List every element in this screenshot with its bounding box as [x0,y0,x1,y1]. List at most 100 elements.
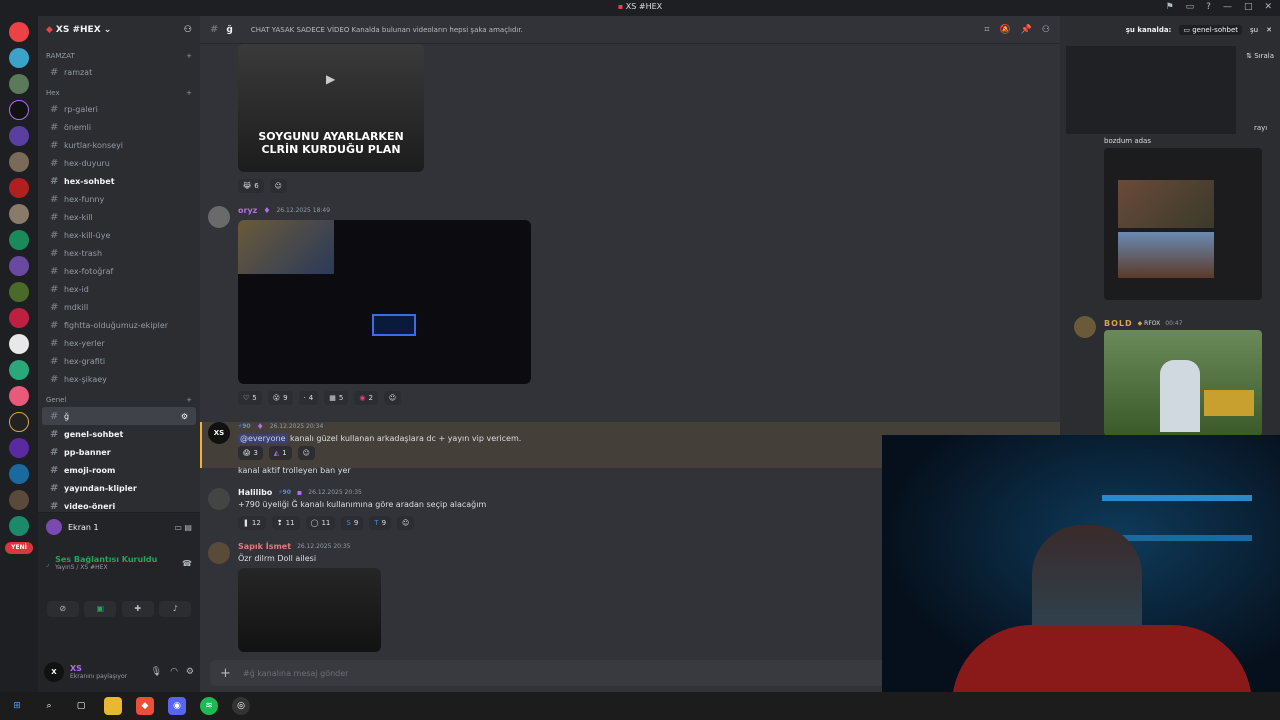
channel-onemli[interactable]: # önemli [42,118,196,136]
search-icon[interactable]: ⌕ [40,697,58,715]
threads-icon[interactable]: ⌗ [984,25,989,35]
channel-hex-funny[interactable]: # hex-funny [42,190,196,208]
screen-icon[interactable]: ▭ ▤ [174,523,192,532]
play-icon[interactable]: ▶ [326,72,335,86]
search-bar[interactable]: şu kanalda: ▭ genel-sohbet şu ✕ [1060,16,1280,44]
mention-everyone[interactable]: @everyone [238,434,288,443]
reaction[interactable]: ◭ 1 [268,446,292,460]
add-member-icon[interactable]: ⚇ [184,25,192,35]
reaction[interactable]: ❚ 12 [238,516,266,530]
add-reaction-button[interactable]: ☺ [397,516,415,530]
username[interactable]: Sapık İsmet [238,542,291,551]
server-icon[interactable] [9,412,29,432]
avatar[interactable] [208,206,230,228]
minimize-icon[interactable]: — [1223,2,1232,12]
server-icon[interactable] [9,152,29,172]
add-reaction-button[interactable]: ☺ [383,391,402,405]
server-icon[interactable] [9,490,29,510]
server-icon[interactable] [9,386,29,406]
close-icon[interactable]: ✕ [1264,2,1272,12]
server-icon[interactable] [9,100,29,120]
video-attachment[interactable] [238,568,381,652]
video-attachment[interactable] [238,220,531,384]
channel-hex-fotograf[interactable]: # hex-fotoğraf [42,262,196,280]
camera-off-button[interactable]: ⊘ [46,601,79,617]
disconnect-icon[interactable]: ☎ [182,559,192,568]
channel-hex-sikaey[interactable]: # hex-şikaey [42,370,196,388]
channel-ramzat[interactable]: # ramzat [42,63,196,81]
server-icon[interactable] [9,126,29,146]
server-icon[interactable] [9,438,29,458]
screen-share-button[interactable]: ▣ [84,601,117,617]
result-image[interactable] [1104,148,1262,300]
search-chip[interactable]: ▭ genel-sohbet [1179,25,1243,35]
video-attachment[interactable]: ▶ SOYGUNU AYARLARKEN CLRİN KURDUĞU PLAN [238,44,424,172]
result-thumbnail[interactable] [1066,46,1236,134]
channel-rp-galeri[interactable]: # rp-galeri [42,100,196,118]
server-icon[interactable] [9,360,29,380]
discord-icon[interactable]: ◉ [168,697,186,715]
channel-g-active[interactable]: # ğ ⚙ [42,407,196,425]
channel-emoji-room[interactable]: # emoji-room [42,461,196,479]
settings-icon[interactable]: ⚙ [186,667,194,677]
notification-icon[interactable]: 🔕 [999,25,1010,35]
add-channel-icon[interactable]: + [186,396,192,404]
channel-fightta[interactable]: # fightta-olduğumuz-ekipler [42,316,196,334]
username[interactable]: Halilibo [238,488,272,497]
result-image[interactable] [1104,330,1262,436]
add-reaction-button[interactable]: ☺ [269,179,287,193]
reaction[interactable]: · 4 [298,391,319,405]
browser-icon[interactable]: ◆ [136,697,154,715]
reaction[interactable]: 😹 6 [238,179,264,193]
channel-hex-trash[interactable]: # hex-trash [42,244,196,262]
close-icon[interactable]: ✕ [1266,26,1272,34]
add-channel-icon[interactable]: + [186,52,192,60]
category-ramzat[interactable]: RAMZAT + [38,44,200,63]
server-icon[interactable] [9,22,29,42]
reaction[interactable]: S9 [341,516,364,530]
channel-yayindan-klipler[interactable]: # yayından-klipler [42,479,196,497]
voice-connected-label[interactable]: Ses Bağlantısı Kuruldu [55,555,157,564]
channel-hex-kill-uye[interactable]: # hex-kill-üye [42,226,196,244]
avatar[interactable]: XS [208,422,230,444]
obs-icon[interactable]: ◎ [232,697,250,715]
channel-hex-duyuru[interactable]: # hex-duyuru [42,154,196,172]
reaction[interactable]: ◉ 2 [354,391,378,405]
server-icon[interactable] [9,334,29,354]
user-avatar[interactable]: X [44,662,64,682]
reaction[interactable]: T9 [369,516,392,530]
start-icon[interactable]: ⊞ [8,697,26,715]
reaction[interactable]: 😮 9 [267,391,293,405]
channel-pp-banner[interactable]: # pp-banner [42,443,196,461]
add-reaction-button[interactable]: ☺ [297,446,315,460]
server-icon[interactable] [9,230,29,250]
reaction[interactable]: ♡ 5 [238,391,262,405]
server-icon[interactable] [9,204,29,224]
channel-genel-sohbet[interactable]: # genel-sohbet [42,425,196,443]
file-explorer-icon[interactable] [104,697,122,715]
sort-button[interactable]: ⇅ Sırala [1246,52,1274,60]
channel-hex-yerler[interactable]: # hex-yerler [42,334,196,352]
flag-icon[interactable]: ⚑ [1166,2,1174,12]
server-icon[interactable] [9,178,29,198]
pin-icon[interactable]: 📌 [1021,25,1032,35]
username[interactable]: oryz [238,206,257,215]
activities-button[interactable]: ✚ [121,601,154,617]
channel-hex-kill[interactable]: # hex-kill [42,208,196,226]
avatar[interactable] [1074,316,1096,338]
settings-icon[interactable]: ⚙ [181,412,188,421]
channel-topic[interactable]: CHAT YASAK SADECE VİDEO Kanalda bulunan … [251,26,523,34]
server-icon[interactable] [9,282,29,302]
server-icon[interactable] [9,74,29,94]
avatar[interactable] [208,542,230,564]
username[interactable]: BOLD [1104,319,1133,328]
soundboard-button[interactable]: ♪ [159,601,192,617]
channel-kurtlar-konseyi[interactable]: # kurtlar-konseyi [42,136,196,154]
maximize-icon[interactable]: □ [1244,2,1253,12]
headphones-icon[interactable]: ◠ [170,667,178,677]
reaction[interactable]: ◯ 11 [305,516,336,530]
channel-hex-sohbet[interactable]: # hex-sohbet [42,172,196,190]
reaction[interactable]: ▦ 5 [324,391,349,405]
channel-mdkill[interactable]: # mdkill [42,298,196,316]
members-icon[interactable]: ⚇ [1042,25,1050,35]
